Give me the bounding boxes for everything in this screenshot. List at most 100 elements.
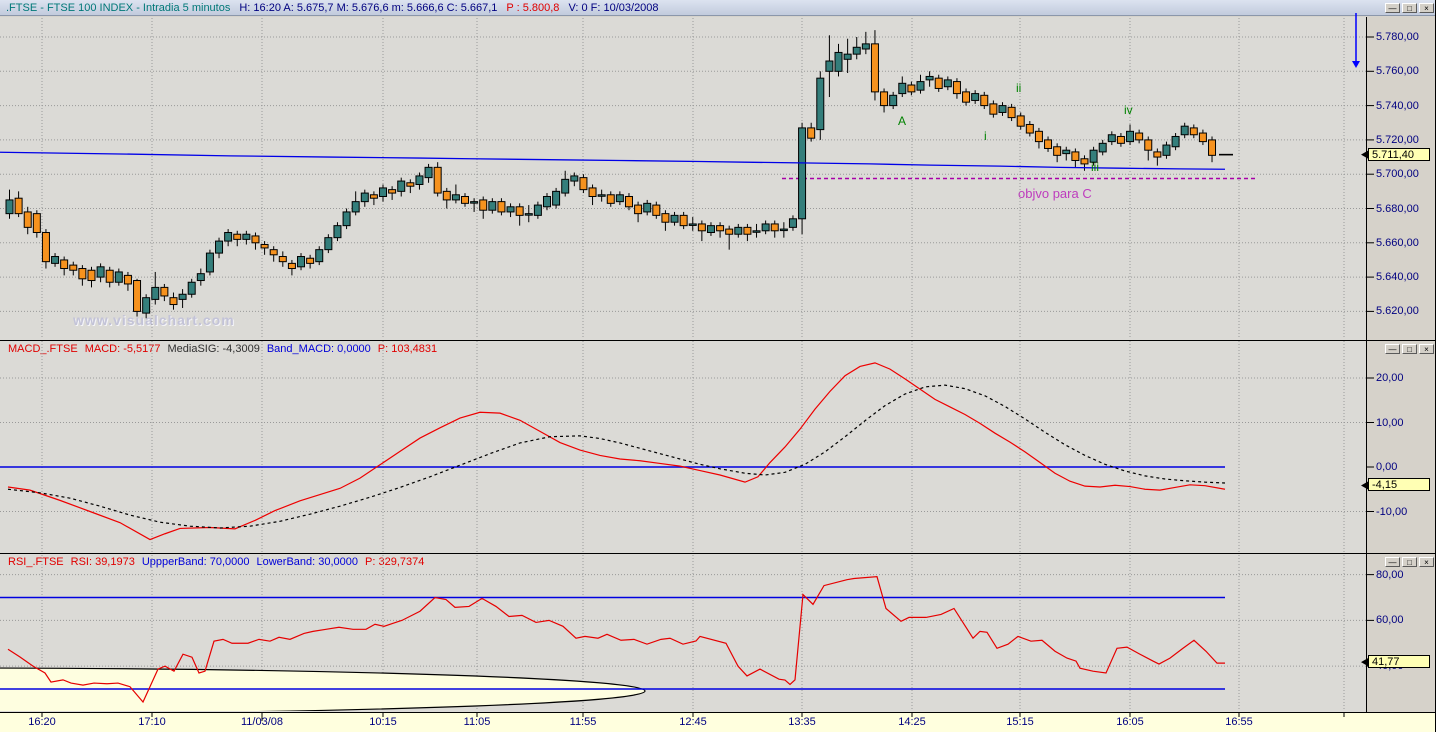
elliott-label-i[interactable]: i <box>984 129 987 143</box>
candle-up[interactable] <box>379 187 388 197</box>
candle-down[interactable] <box>433 166 442 194</box>
candle-down[interactable] <box>260 244 269 249</box>
candle-down[interactable] <box>807 127 816 139</box>
candle-up[interactable] <box>506 206 515 213</box>
candle-up[interactable] <box>916 81 925 91</box>
candle-up[interactable] <box>451 194 460 201</box>
candle-up[interactable] <box>779 228 788 232</box>
candle-down[interactable] <box>1007 106 1016 119</box>
candle-up[interactable] <box>315 249 324 263</box>
candle-down[interactable] <box>743 226 752 235</box>
candle-up[interactable] <box>843 53 852 60</box>
candle-up[interactable] <box>688 223 697 226</box>
candle-down[interactable] <box>278 256 287 263</box>
candle-down[interactable] <box>41 232 50 263</box>
candle-down[interactable] <box>1053 146 1062 156</box>
candle-up[interactable] <box>597 194 606 197</box>
candle-down[interactable] <box>69 264 78 271</box>
ellipse-annotation[interactable] <box>0 667 646 714</box>
candle-down[interactable] <box>606 194 615 204</box>
elliott-label-A[interactable]: A <box>898 114 906 128</box>
candle-down[interactable] <box>369 194 378 199</box>
candle-up[interactable] <box>415 175 424 185</box>
candle-down[interactable] <box>269 249 278 256</box>
candle-up[interactable] <box>424 166 433 179</box>
candle-up[interactable] <box>1107 134 1116 143</box>
candle-down[interactable] <box>123 274 132 285</box>
candle-up[interactable] <box>114 271 123 283</box>
candle-down[interactable] <box>725 228 734 235</box>
candle-up[interactable] <box>1062 149 1071 155</box>
candle-up[interactable] <box>898 82 907 95</box>
candle-up[interactable] <box>834 51 843 72</box>
candle-down[interactable] <box>1135 132 1144 141</box>
candle-down[interactable] <box>697 223 706 232</box>
candle-up[interactable] <box>825 60 834 72</box>
candle-up[interactable] <box>524 213 533 216</box>
candle-down[interactable] <box>962 91 971 103</box>
candle-up[interactable] <box>142 297 151 314</box>
candle-up[interactable] <box>570 175 579 182</box>
candle-up[interactable] <box>643 202 652 213</box>
candle-down[interactable] <box>287 262 296 270</box>
candle-up[interactable] <box>215 240 224 254</box>
candle-down[interactable] <box>78 268 87 280</box>
candle-up[interactable] <box>196 273 205 282</box>
candle-up[interactable] <box>816 77 825 131</box>
candle-up[interactable] <box>360 192 369 203</box>
candle-up[interactable] <box>761 223 770 232</box>
candle-up[interactable] <box>798 127 807 220</box>
candle-down[interactable] <box>233 233 242 240</box>
candle-up[interactable] <box>1171 135 1180 148</box>
elliott-label-iii[interactable]: iii <box>1091 160 1099 174</box>
candle-down[interactable] <box>388 189 397 194</box>
candle-down[interactable] <box>1189 127 1198 136</box>
candle-down[interactable] <box>1116 135 1125 144</box>
candle-up[interactable] <box>205 252 214 273</box>
candle-down[interactable] <box>989 103 998 115</box>
candle-down[interactable] <box>1025 123 1034 134</box>
candle-down[interactable] <box>661 213 670 223</box>
elliott-label-ii[interactable]: ii <box>1016 81 1021 95</box>
candle-down[interactable] <box>679 214 688 227</box>
candle-up[interactable] <box>96 266 105 278</box>
candle-down[interactable] <box>870 43 879 93</box>
candle-down[interactable] <box>1198 132 1207 143</box>
candle-down[interactable] <box>461 195 469 204</box>
candle-down[interactable] <box>87 269 96 282</box>
candle-down[interactable] <box>60 259 69 270</box>
candle-up[interactable] <box>533 204 542 216</box>
candle-up[interactable] <box>324 237 333 251</box>
candle-down[interactable] <box>634 204 643 215</box>
candle-up[interactable] <box>788 218 797 228</box>
candle-down[interactable] <box>1034 130 1043 143</box>
candle-down[interactable] <box>652 204 661 216</box>
candle-up[interactable] <box>1162 144 1171 156</box>
candle-down[interactable] <box>1144 139 1153 151</box>
candle-down[interactable] <box>23 211 32 228</box>
candle-down[interactable] <box>515 206 524 216</box>
candle-down[interactable] <box>14 197 23 215</box>
candle-down[interactable] <box>588 187 597 197</box>
candle-up[interactable] <box>889 94 898 107</box>
candle-up[interactable] <box>925 75 934 81</box>
candle-up[interactable] <box>971 93 980 101</box>
candle-up[interactable] <box>615 194 624 203</box>
candle-down[interactable] <box>1153 151 1162 158</box>
candle-down[interactable] <box>442 190 451 201</box>
candle-up[interactable] <box>552 190 561 206</box>
candle-down[interactable] <box>579 177 588 191</box>
candle-down[interactable] <box>934 77 943 89</box>
candle-down[interactable] <box>716 225 725 232</box>
candle-down[interactable] <box>160 286 169 297</box>
candle-down[interactable] <box>251 235 260 244</box>
candle-up[interactable] <box>488 201 497 211</box>
candle-up[interactable] <box>852 46 861 55</box>
candle-up[interactable] <box>752 230 761 233</box>
candle-down[interactable] <box>770 223 779 232</box>
candle-up[interactable] <box>397 180 406 192</box>
candle-down[interactable] <box>169 297 178 306</box>
candle-up[interactable] <box>51 256 60 264</box>
candle-down[interactable] <box>406 182 415 187</box>
candle-down[interactable] <box>1016 115 1025 127</box>
